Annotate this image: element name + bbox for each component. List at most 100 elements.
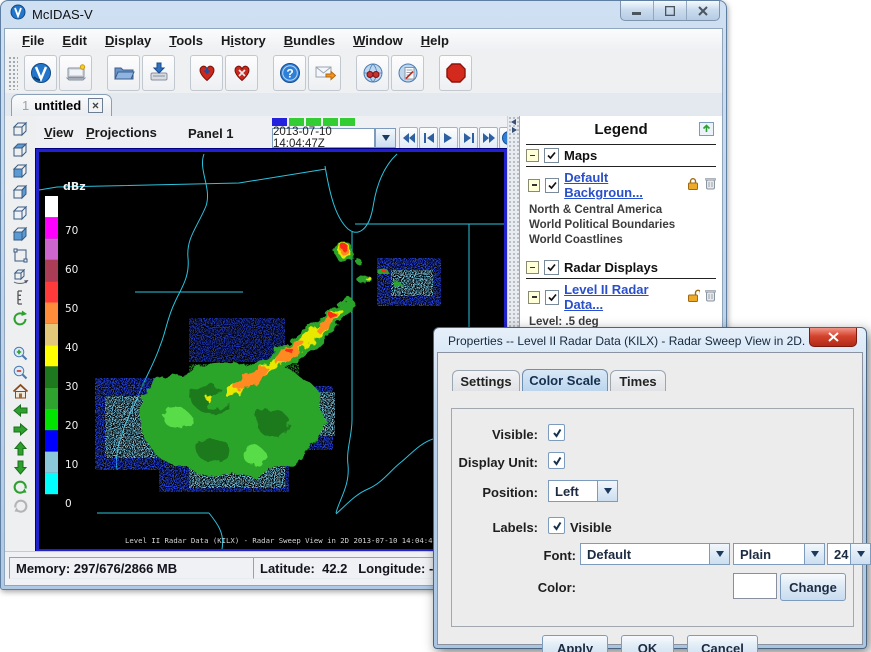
collapse-icon[interactable]	[528, 179, 540, 192]
radar-visible-checkbox[interactable]	[544, 260, 559, 275]
undo-icon[interactable]	[11, 476, 30, 495]
anim-play-icon[interactable]	[439, 127, 458, 149]
time-step	[289, 118, 304, 126]
lock-closed-icon[interactable]	[686, 177, 700, 194]
chevron-down-icon	[804, 544, 824, 564]
new-display-icon[interactable]	[59, 55, 92, 91]
maximize-button[interactable]	[654, 1, 687, 20]
top-view-icon[interactable]	[11, 141, 30, 160]
menu-edit[interactable]: Edit	[53, 31, 96, 50]
pan-right-icon[interactable]	[11, 420, 30, 439]
menu-help[interactable]: Help	[412, 31, 458, 50]
toolbar-drag-handle[interactable]	[8, 56, 18, 90]
support-request-icon[interactable]	[308, 55, 341, 91]
visible-checkbox[interactable]	[548, 424, 565, 441]
tab-untitled[interactable]: 1 untitled	[11, 94, 112, 116]
mcidas-logo-icon	[10, 4, 26, 25]
maps-visible-checkbox[interactable]	[544, 148, 559, 163]
front-view-icon[interactable]	[11, 162, 30, 181]
manage-favorites-icon[interactable]	[225, 55, 258, 91]
menu-bundles[interactable]: Bundles	[275, 31, 344, 50]
perspective-view-icon[interactable]	[11, 120, 30, 139]
zoom-in-icon[interactable]	[11, 344, 30, 363]
labels-visible-checkbox[interactable]	[548, 517, 565, 534]
data-explorer-icon[interactable]	[391, 55, 424, 91]
layer-visible-checkbox[interactable]	[545, 178, 559, 193]
time-dropdown-icon[interactable]	[375, 128, 396, 148]
show-dashboard-icon[interactable]	[356, 55, 389, 91]
collapse-icon[interactable]	[526, 149, 539, 162]
dbz-color-scale: dBz	[45, 180, 86, 510]
map-layer-label: World Political Boundaries	[529, 218, 716, 233]
split-view-icon[interactable]	[11, 225, 30, 244]
anim-first-icon[interactable]	[399, 127, 418, 149]
font-style-combobox[interactable]: Plain	[733, 543, 825, 565]
anim-last-icon[interactable]	[479, 127, 498, 149]
view-toolbar	[5, 116, 37, 552]
color-swatch[interactable]	[733, 573, 777, 599]
anim-step-back-icon[interactable]	[419, 127, 438, 149]
box-outline-icon[interactable]	[11, 246, 30, 265]
tab-times[interactable]: Times	[610, 370, 666, 391]
menu-display[interactable]: Display	[96, 31, 160, 50]
collapse-icon[interactable]	[526, 261, 539, 274]
display-unit-checkbox[interactable]	[548, 452, 565, 469]
mcidas-logo-icon[interactable]	[24, 55, 57, 91]
ok-button[interactable]: OK	[621, 635, 674, 652]
tab-close-icon[interactable]	[88, 98, 103, 113]
default-background-link[interactable]: Default Backgroun...	[564, 170, 681, 200]
svg-text:20: 20	[65, 420, 78, 432]
tab-color-scale[interactable]: Color Scale	[522, 369, 608, 391]
side-view-icon[interactable]	[11, 183, 30, 202]
legend-title: Legend	[526, 121, 716, 138]
svg-text:?: ?	[286, 66, 293, 80]
pan-left-icon[interactable]	[11, 401, 30, 420]
auto-rotate-icon[interactable]	[11, 309, 30, 328]
pan-down-icon[interactable]	[11, 458, 30, 477]
font-size-combobox[interactable]: 24	[827, 543, 871, 565]
menu-history[interactable]: History	[212, 31, 275, 50]
close-window-icon[interactable]	[687, 1, 719, 20]
zoom-out-icon[interactable]	[11, 363, 30, 382]
cancel-button[interactable]: Cancel	[687, 635, 758, 652]
minimize-button[interactable]	[621, 1, 654, 20]
redo-icon[interactable]	[11, 495, 30, 514]
svg-text:60: 60	[65, 264, 78, 276]
dialog-titlebar[interactable]: Properties -- Level II Radar Data (KILX)…	[442, 332, 806, 350]
save-bundle-icon[interactable]	[142, 55, 175, 91]
projections-menu[interactable]: Projections	[86, 125, 157, 140]
level2-radar-link[interactable]: Level II Radar Data...	[564, 282, 681, 312]
time-display[interactable]: 2013-07-10 14:04:47Z	[272, 128, 375, 148]
layer-visible-checkbox[interactable]	[545, 290, 559, 305]
scale-unit-label: dBz	[63, 180, 86, 193]
open-bundle-icon[interactable]	[107, 55, 140, 91]
favorites-bundle-icon[interactable]	[190, 55, 223, 91]
change-color-button[interactable]: Change	[780, 573, 846, 601]
remove-layer-icon[interactable]	[705, 177, 716, 193]
float-legend-icon[interactable]	[699, 122, 714, 139]
svg-text:50: 50	[65, 303, 78, 315]
font-family-combobox[interactable]: Default	[580, 543, 730, 565]
tab-settings[interactable]: Settings	[452, 370, 520, 391]
position-combobox[interactable]: Left	[548, 480, 618, 502]
anim-step-forward-icon[interactable]	[459, 127, 478, 149]
home-view-icon[interactable]	[11, 382, 30, 401]
titlebar[interactable]: McIDAS-V	[1, 1, 726, 28]
apply-button[interactable]: Apply	[542, 635, 608, 652]
view-menu[interactable]: View	[44, 125, 73, 140]
pan-up-icon[interactable]	[11, 439, 30, 458]
menu-tools[interactable]: Tools	[160, 31, 212, 50]
menu-window[interactable]: Window	[344, 31, 412, 50]
dialog-close-icon[interactable]	[809, 328, 857, 347]
solid-cube-icon[interactable]	[11, 204, 30, 223]
window-title: McIDAS-V	[32, 7, 93, 22]
splitter-collapse-icons[interactable]	[510, 118, 518, 134]
lock-open-icon[interactable]	[686, 289, 700, 306]
help-icon[interactable]: ?	[273, 55, 306, 91]
rotate-view-icon[interactable]	[11, 267, 30, 286]
vertical-range-icon[interactable]	[11, 288, 30, 307]
menu-file[interactable]: File	[13, 31, 53, 50]
remove-layer-icon[interactable]	[705, 289, 716, 305]
cancel-loads-icon[interactable]	[439, 55, 472, 91]
collapse-icon[interactable]	[528, 291, 540, 304]
